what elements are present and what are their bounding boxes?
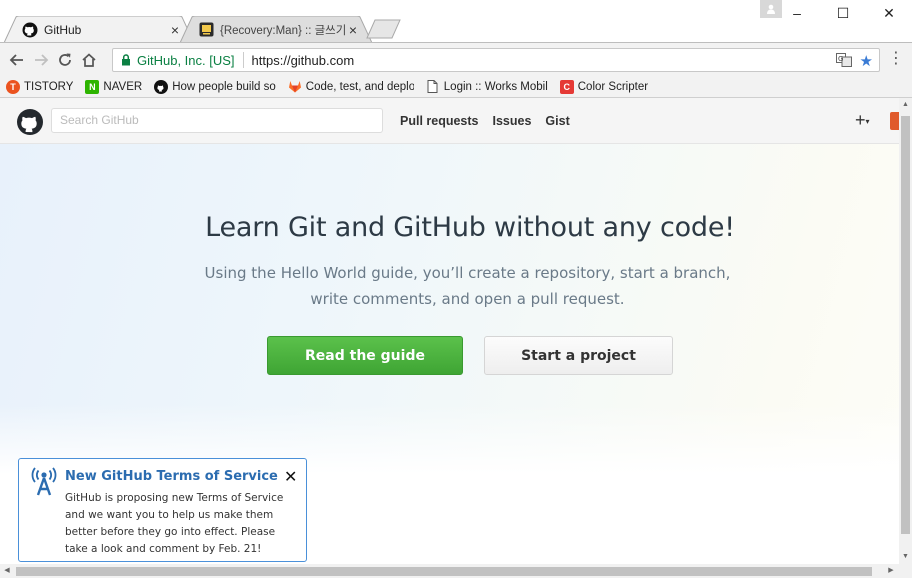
menu-dots-icon[interactable]: ⋮ [888, 51, 904, 67]
bookmark-label: TISTORY [24, 80, 74, 93]
forward-button[interactable] [30, 48, 52, 72]
read-the-guide-button[interactable]: Read the guide [267, 336, 463, 375]
horizontal-scroll-thumb[interactable] [16, 567, 872, 576]
create-new-dropdown[interactable]: +▾ [855, 110, 870, 131]
bookmark-star-icon[interactable]: ★ [860, 52, 873, 70]
close-window-button[interactable]: ✕ [866, 0, 912, 26]
tab-close-icon[interactable]: × [346, 23, 360, 37]
tistory-favicon-icon [198, 22, 214, 38]
scroll-left-arrow-icon[interactable]: ◀ [0, 564, 14, 578]
new-tab-button[interactable] [366, 19, 402, 39]
url-text[interactable]: https://github.com [252, 53, 355, 68]
vertical-scrollbar[interactable]: ▲ ▼ [899, 98, 912, 564]
tab-title: GitHub [44, 22, 82, 37]
colorscripter-icon: C [559, 79, 574, 94]
bookmark-color-scripter[interactable]: C Color Scripter [559, 79, 649, 94]
omnibox-divider [242, 52, 244, 68]
naver-icon: N [85, 79, 100, 94]
github-icon [154, 79, 169, 94]
minimize-button[interactable]: – [774, 0, 820, 26]
bookmark-works-mobile[interactable]: Login :: Works Mobil [426, 80, 548, 94]
notice-title[interactable]: New GitHub Terms of Service [65, 469, 278, 484]
bookmark-gitlab[interactable]: Code, test, and deplo [288, 80, 414, 94]
bookmark-label: Login :: Works Mobil [443, 80, 548, 93]
maximize-button[interactable]: ☐ [820, 0, 866, 26]
reload-icon [59, 53, 71, 66]
search-input[interactable]: Search GitHub [51, 108, 383, 133]
bookmarks-bar: T TISTORY N NAVER How people build so Co… [0, 76, 912, 98]
tab-recovery-man[interactable]: {Recovery:Man} :: 글쓰기 × [180, 16, 372, 43]
svg-text:G: G [838, 55, 843, 63]
plus-icon: + [855, 110, 866, 130]
lock-icon [121, 54, 131, 66]
caret-down-icon: ▾ [865, 116, 870, 126]
window-controls: – ☐ ✕ [774, 0, 912, 26]
broadcast-icon [31, 467, 57, 496]
forward-arrow-icon [35, 53, 49, 66]
page-icon [426, 80, 440, 94]
site-origin[interactable]: GitHub, Inc. [US] [137, 53, 235, 68]
avatar[interactable] [890, 112, 899, 130]
start-a-project-button[interactable]: Start a project [484, 336, 673, 375]
tab-github[interactable]: GitHub × [4, 16, 194, 43]
close-icon[interactable]: ✕ [284, 467, 297, 487]
bookmark-label: Code, test, and deplo [305, 80, 414, 93]
vertical-scroll-thumb[interactable] [901, 116, 910, 534]
bookmark-label: NAVER [103, 80, 143, 93]
github-header: Search GitHub Pull requests Issues Gist … [0, 98, 899, 144]
scroll-up-arrow-icon[interactable]: ▲ [899, 98, 912, 112]
hero-title: Learn Git and GitHub without any code! [205, 212, 735, 243]
bookmark-naver[interactable]: N NAVER [85, 79, 143, 94]
nav-pull-requests[interactable]: Pull requests [400, 114, 479, 128]
nav-issues[interactable]: Issues [493, 114, 532, 128]
bookmark-label: How people build so [172, 80, 276, 93]
address-bar[interactable]: GitHub, Inc. [US] https://github.com G ★ [112, 48, 880, 72]
github-nav: Pull requests Issues Gist [400, 114, 570, 128]
scroll-right-arrow-icon[interactable]: ▶ [884, 564, 898, 578]
gitlab-icon [288, 80, 302, 94]
hero-section: Learn Git and GitHub without any code! U… [0, 144, 899, 474]
scroll-down-arrow-icon[interactable]: ▼ [899, 550, 912, 564]
back-button[interactable] [6, 48, 28, 72]
reload-button[interactable] [54, 48, 76, 72]
hero-subtitle-line: Using the Hello World guide, you’ll crea… [204, 264, 731, 282]
terms-notice: New GitHub Terms of Service ✕ GitHub is … [18, 458, 307, 562]
hero-subtitle: Using the Hello World guide, you’ll crea… [0, 260, 899, 312]
tab-strip: GitHub × {Recovery:Man} :: 글쓰기 × – ☐ ✕ [0, 0, 912, 43]
back-arrow-icon [9, 53, 23, 66]
github-favicon-icon [22, 22, 38, 38]
notice-body: GitHub is proposing new Terms of Service… [65, 492, 284, 555]
omnibox-actions: G ★ [835, 52, 873, 70]
browser-toolbar: GitHub, Inc. [US] https://github.com G ★… [0, 42, 912, 76]
translate-icon[interactable]: G [835, 52, 852, 70]
tab-title: {Recovery:Man} :: 글쓰기 [220, 24, 346, 37]
home-icon [82, 52, 96, 67]
bookmark-label: Color Scripter [577, 80, 649, 93]
page-viewport: Search GitHub Pull requests Issues Gist … [0, 98, 899, 564]
home-button[interactable] [78, 48, 100, 72]
github-logo-icon[interactable] [16, 108, 44, 136]
tistory-icon: T [6, 79, 20, 94]
hero-subtitle-line: write comments, and open a pull request. [310, 290, 625, 308]
bookmark-github[interactable]: How people build so [154, 79, 276, 94]
nav-gist[interactable]: Gist [545, 114, 569, 128]
bookmark-tistory[interactable]: T TISTORY [6, 79, 74, 94]
horizontal-scrollbar[interactable]: ◀ ▶ [0, 564, 912, 578]
